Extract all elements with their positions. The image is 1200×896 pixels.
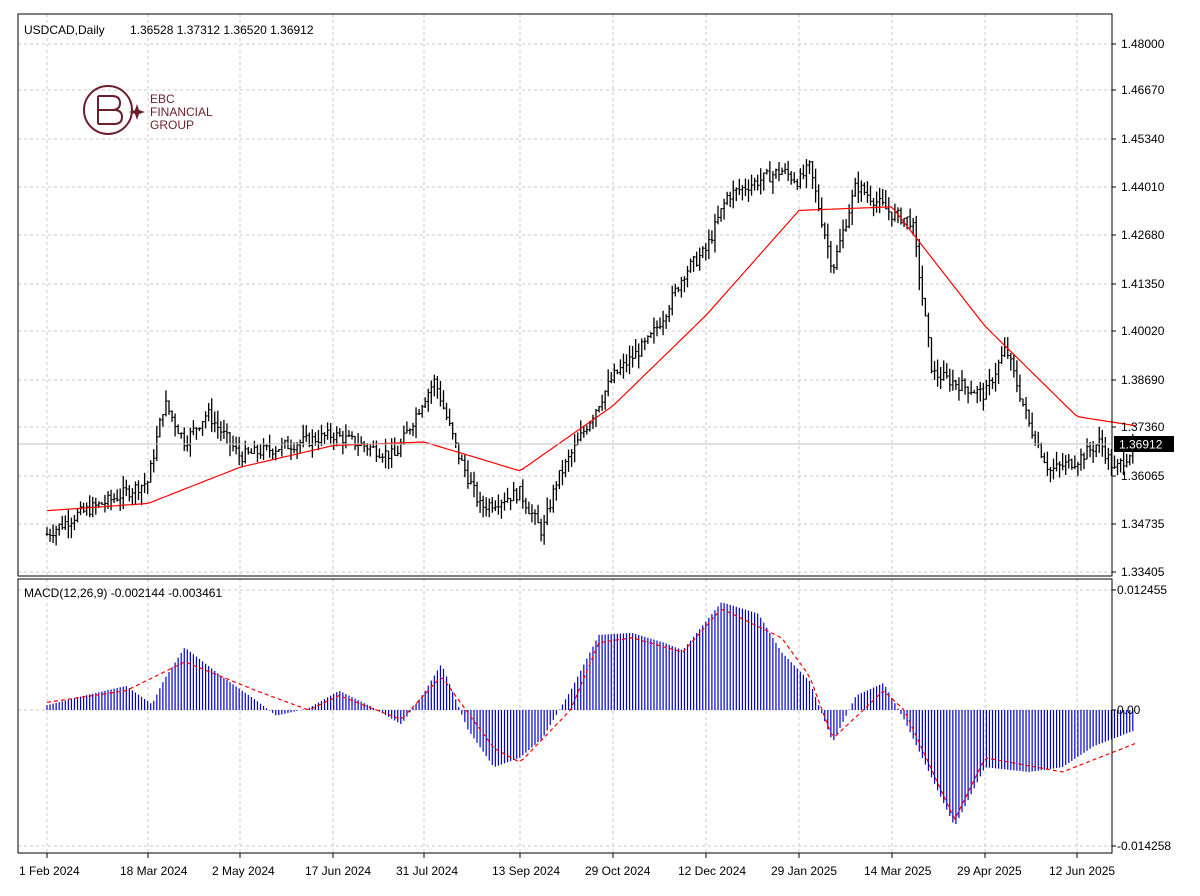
x-tick-label: 17 Jun 2024 (305, 864, 371, 878)
x-tick-label: 29 Apr 2025 (957, 864, 1022, 878)
y-tick-label: 1.38690 (1121, 373, 1165, 387)
y-tick-label: 1.42680 (1121, 228, 1165, 242)
chart-canvas: EBC FINANCIAL GROUP USDCAD,Daily 1.36528… (0, 0, 1200, 896)
y-tick-label: 1.41350 (1121, 277, 1165, 291)
macd-tick-label: 0.012455 (1117, 583, 1167, 597)
symbol-label: USDCAD,Daily (24, 23, 105, 37)
logo-line3: GROUP (150, 118, 194, 132)
y-tick-label: 1.40020 (1121, 324, 1165, 338)
y-tick-label: 1.37360 (1121, 420, 1165, 434)
x-tick-label: 12 Jun 2025 (1049, 864, 1115, 878)
x-tick-label: 2 May 2024 (212, 864, 275, 878)
macd-label: MACD(12,26,9) -0.002144 -0.003461 (24, 586, 222, 600)
y-tick-label: 1.45340 (1121, 132, 1165, 146)
x-tick-label: 18 Mar 2024 (120, 864, 188, 878)
y-tick-label: 1.46670 (1121, 83, 1165, 97)
ohlc-values: 1.36528 1.37312 1.36520 1.36912 (130, 23, 314, 37)
x-tick-label: 1 Feb 2024 (19, 864, 80, 878)
macd-tick-label: 0.00 (1117, 703, 1141, 717)
y-tick-label: 1.44010 (1121, 180, 1165, 194)
x-tick-label: 12 Dec 2024 (678, 864, 746, 878)
x-tick-label: 29 Jan 2025 (771, 864, 837, 878)
y-tick-label: 1.34735 (1121, 517, 1165, 531)
y-tick-label: 1.33405 (1121, 565, 1165, 579)
macd-tick-label: -0.014258 (1117, 839, 1171, 853)
x-tick-label: 13 Sep 2024 (492, 864, 560, 878)
y-tick-label: 1.36065 (1121, 469, 1165, 483)
x-tick-label: 29 Oct 2024 (585, 864, 651, 878)
logo-line2: FINANCIAL (150, 105, 213, 119)
x-tick-label: 14 Mar 2025 (864, 864, 932, 878)
x-tick-label: 31 Jul 2024 (396, 864, 458, 878)
y-tick-label: 1.48000 (1121, 37, 1165, 51)
logo-line1: EBC (150, 92, 175, 106)
current-price-value: 1.36912 (1119, 438, 1163, 452)
